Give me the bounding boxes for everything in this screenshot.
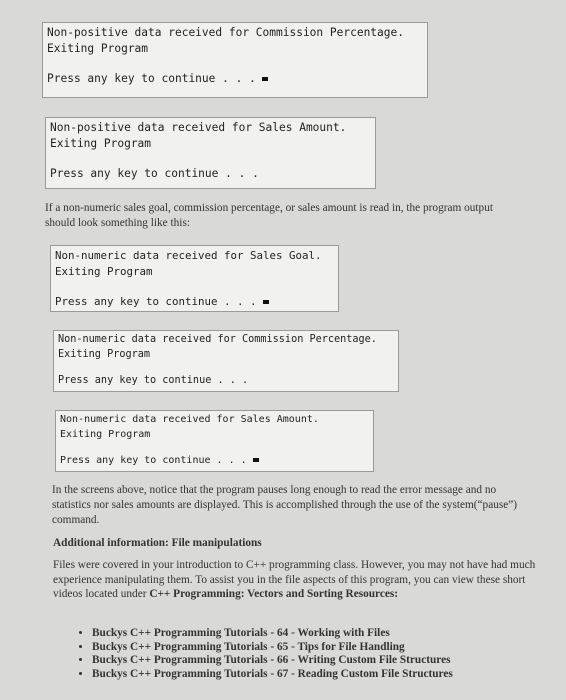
resource-link[interactable]: Buckys C++ Programming Tutorials - 66 - … xyxy=(92,654,544,668)
resource-link[interactable]: Buckys C++ Programming Tutorials - 65 - … xyxy=(92,641,544,655)
console-line: Non-positive data received for Commissio… xyxy=(47,26,404,39)
console-line: Non-numeric data received for Commission… xyxy=(58,334,377,345)
console-output-5: Non-numeric data received for Sales Amou… xyxy=(55,410,374,472)
console-line: Exiting Program xyxy=(47,42,149,55)
console-line: Non-numeric data received for Sales Amou… xyxy=(60,414,319,425)
console-output-1: Non-positive data received for Commissio… xyxy=(42,22,428,98)
cursor-icon xyxy=(252,458,259,462)
pause-paragraph: In the screens above, notice that the pr… xyxy=(52,484,518,526)
resource-link[interactable]: Buckys C++ Programming Tutorials - 64 - … xyxy=(92,627,544,641)
console-output-3: Non-numeric data received for Sales Goal… xyxy=(50,245,339,312)
files-paragraph: Files were covered in your introduction … xyxy=(53,558,538,602)
console-line: Exiting Program xyxy=(58,348,151,360)
cursor-icon xyxy=(261,77,268,81)
console-prompt: Press any key to continue . . . xyxy=(60,455,247,466)
files-bold: C++ Programming: Vectors and Sorting Res… xyxy=(149,588,399,600)
console-prompt: Press any key to continue . . . xyxy=(58,375,249,386)
console-prompt: Press any key to continue . . . xyxy=(47,72,256,85)
console-prompt: Press any key to continue . . . xyxy=(55,295,257,308)
cursor-icon xyxy=(262,300,269,304)
console-line: Exiting Program xyxy=(50,137,152,150)
console-line: Non-numeric data received for Sales Goal… xyxy=(55,249,322,262)
console-output-4: Non-numeric data received for Commission… xyxy=(53,330,399,392)
console-line: Exiting Program xyxy=(60,428,151,440)
console-line: Non-positive data received for Sales Amo… xyxy=(50,121,347,134)
resources-list: Buckys C++ Programming Tutorials - 64 - … xyxy=(44,627,544,681)
console-output-2: Non-positive data received for Sales Amo… xyxy=(45,117,376,189)
console-prompt: Press any key to continue . . . xyxy=(50,167,259,180)
resource-link[interactable]: Buckys C++ Programming Tutorials - 67 - … xyxy=(92,668,544,682)
intro-paragraph: If a non-numeric sales goal, commission … xyxy=(45,202,493,229)
console-line: Exiting Program xyxy=(55,265,153,278)
section-heading: Additional information: File manipulatio… xyxy=(53,537,262,549)
